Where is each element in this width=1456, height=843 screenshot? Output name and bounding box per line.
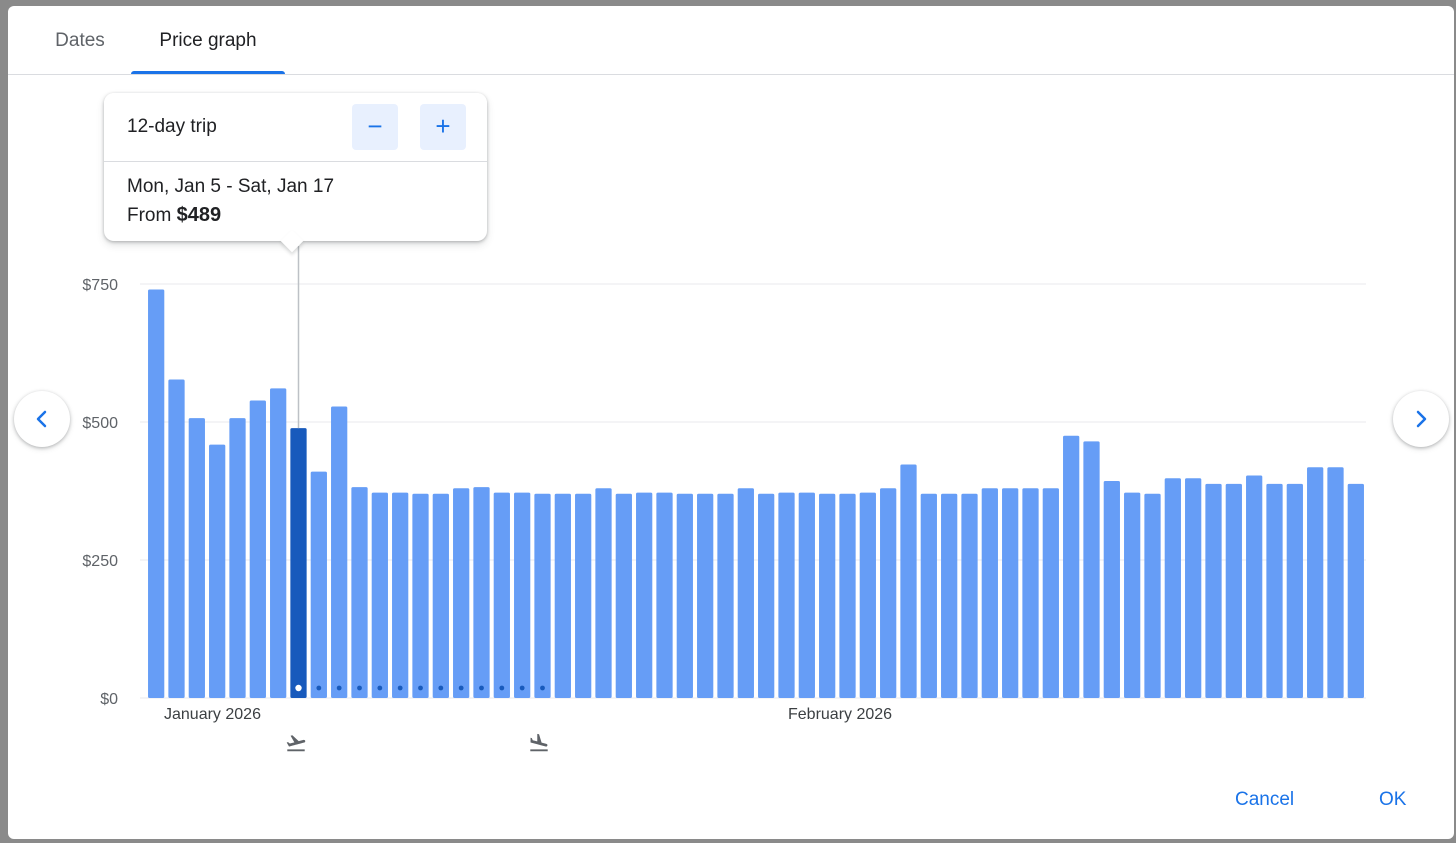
- price-bar[interactable]: [839, 493, 856, 698]
- price-bar[interactable]: [981, 488, 998, 698]
- trip-span-dot: [438, 685, 444, 691]
- price-bar[interactable]: [432, 493, 449, 698]
- price-bar[interactable]: [1103, 481, 1120, 698]
- price-bar[interactable]: [1266, 483, 1283, 698]
- x-axis-label-february: February 2026: [788, 706, 893, 723]
- price-bar[interactable]: [1307, 467, 1324, 698]
- trip-span-dot: [397, 685, 403, 691]
- trip-span-dot: [295, 684, 302, 692]
- price-bar[interactable]: [1185, 478, 1202, 698]
- y-tick-label: $0: [100, 691, 118, 708]
- trip-span-dot: [316, 685, 322, 691]
- price-bar[interactable]: [595, 488, 612, 698]
- trip-span-dot: [336, 685, 342, 691]
- y-tick-label: $250: [82, 553, 118, 570]
- price-bar[interactable]: [920, 493, 937, 698]
- trip-span-dot: [458, 685, 464, 691]
- price-bar[interactable]: [615, 493, 632, 698]
- price-bar[interactable]: [636, 492, 653, 698]
- price-bar[interactable]: [676, 493, 693, 698]
- price-bar[interactable]: [514, 492, 531, 698]
- chevron-right-icon: [1416, 410, 1427, 428]
- trip-span-dot: [499, 685, 505, 691]
- price-bar[interactable]: [880, 488, 897, 698]
- price-bar[interactable]: [778, 492, 795, 698]
- flight-takeoff-icon: [285, 732, 307, 759]
- next-dates-button[interactable]: [1393, 391, 1449, 447]
- price-bar[interactable]: [1286, 483, 1303, 698]
- cancel-button[interactable]: Cancel: [1235, 789, 1294, 811]
- price-bar[interactable]: [371, 492, 388, 698]
- trip-span-dot: [377, 685, 383, 691]
- selected-price-bar[interactable]: [290, 428, 307, 698]
- price-bar[interactable]: [1042, 488, 1059, 698]
- price-bar[interactable]: [1246, 475, 1263, 698]
- trip-date-range: Mon, Jan 5 - Sat, Jan 17: [127, 176, 335, 197]
- price-bar[interactable]: [229, 418, 246, 698]
- price-bar[interactable]: [249, 400, 266, 698]
- price-bar[interactable]: [1144, 493, 1161, 698]
- y-tick-label: $500: [82, 415, 118, 432]
- price-bar[interactable]: [1327, 467, 1344, 698]
- decrease-trip-length-button[interactable]: −: [352, 104, 398, 150]
- price-bar[interactable]: [209, 444, 226, 698]
- price-graph-dialog: Dates Price graph $0 $250 $500 $750 January…: [8, 6, 1454, 839]
- price-bar[interactable]: [1347, 483, 1364, 698]
- price-bar[interactable]: [798, 492, 815, 698]
- price-bar[interactable]: [941, 493, 958, 698]
- price-bar[interactable]: [1002, 488, 1019, 698]
- price-bar[interactable]: [453, 488, 470, 698]
- price-value: $489: [176, 204, 222, 226]
- price-bar[interactable]: [534, 493, 551, 698]
- price-bar[interactable]: [493, 492, 510, 698]
- trip-price: From $489: [127, 204, 221, 227]
- y-tick-label: $750: [82, 277, 118, 294]
- trip-span-dot: [418, 685, 423, 691]
- trip-span-dot: [540, 685, 545, 691]
- price-bar[interactable]: [1205, 483, 1222, 698]
- trip-span-dot: [357, 685, 362, 691]
- price-bar[interactable]: [737, 488, 754, 698]
- trip-span-dot: [479, 685, 484, 691]
- price-bar[interactable]: [1022, 488, 1039, 698]
- flight-land-icon: [528, 732, 550, 759]
- price-bar[interactable]: [392, 492, 409, 698]
- price-bar[interactable]: [148, 289, 165, 698]
- chevron-left-icon: [36, 410, 47, 428]
- trip-length-label: 12-day trip: [127, 116, 217, 137]
- price-bar[interactable]: [270, 388, 287, 698]
- price-prefix: From: [127, 205, 172, 226]
- price-bar[interactable]: [575, 493, 592, 698]
- price-bar[interactable]: [554, 493, 571, 698]
- price-bar[interactable]: [168, 379, 185, 699]
- increase-trip-length-button[interactable]: +: [420, 104, 466, 150]
- price-bar[interactable]: [819, 493, 836, 698]
- price-bar[interactable]: [188, 418, 205, 698]
- price-bar[interactable]: [1063, 435, 1080, 698]
- price-bar[interactable]: [1164, 478, 1181, 698]
- trip-tooltip: 12-day trip − + Mon, Jan 5 - Sat, Jan 17…: [104, 93, 487, 253]
- ok-button[interactable]: OK: [1379, 789, 1406, 811]
- price-bar[interactable]: [351, 487, 368, 698]
- price-bar[interactable]: [656, 492, 673, 698]
- x-axis-label-january: January 2026: [164, 706, 261, 723]
- price-bar[interactable]: [331, 406, 348, 698]
- price-bar[interactable]: [1083, 441, 1100, 698]
- price-bar[interactable]: [473, 487, 490, 698]
- previous-dates-button[interactable]: [14, 391, 70, 447]
- price-bar[interactable]: [859, 492, 876, 698]
- trip-span-dot: [519, 685, 525, 691]
- tooltip-header: 12-day trip − +: [104, 93, 487, 162]
- price-bar[interactable]: [697, 493, 714, 698]
- price-bar[interactable]: [961, 493, 978, 698]
- price-bar[interactable]: [900, 464, 917, 699]
- price-bar[interactable]: [1225, 483, 1242, 698]
- price-bar[interactable]: [412, 493, 429, 698]
- price-bar[interactable]: [758, 493, 775, 698]
- price-bar[interactable]: [310, 471, 327, 698]
- price-bar[interactable]: [717, 493, 734, 698]
- price-bar[interactable]: [1124, 492, 1141, 698]
